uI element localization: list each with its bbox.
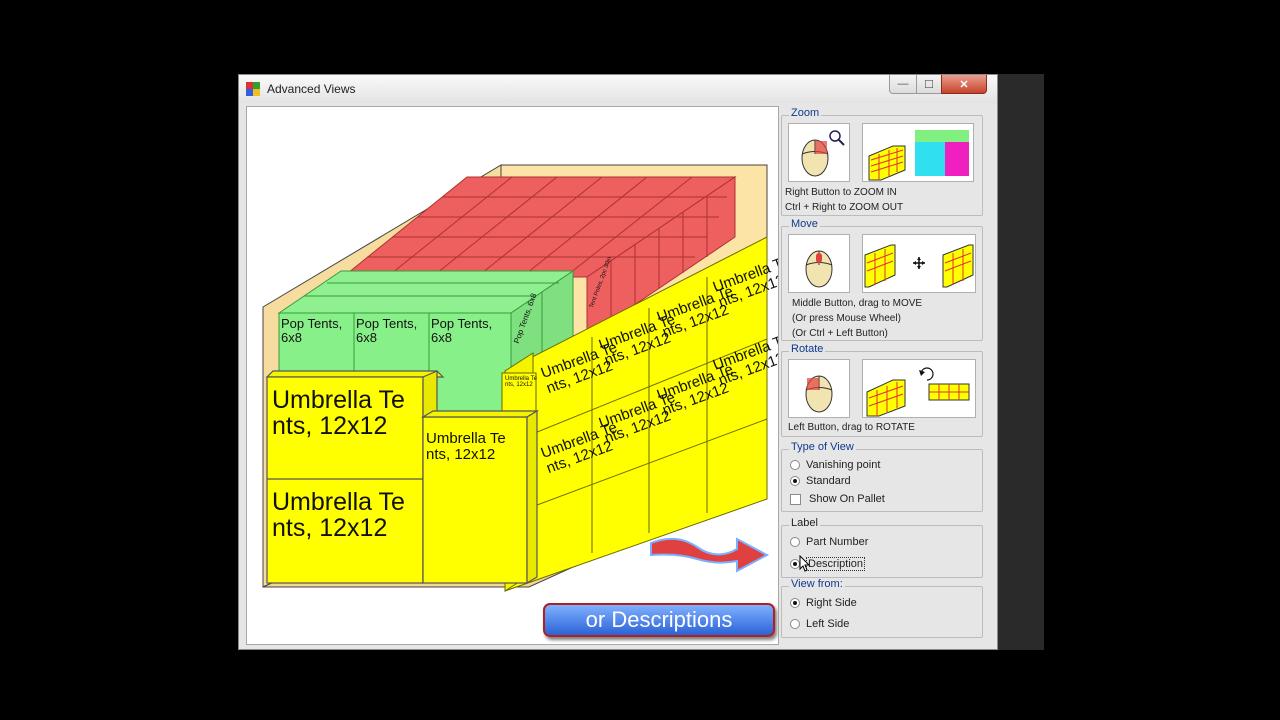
radio-circle[interactable] [790,619,800,629]
close-button[interactable]: ✕ [941,75,987,94]
zoom-group: Zoom Right Button to ZOOM IN Ctrl + Righ… [781,107,983,216]
radio-left-side[interactable]: Left Side [790,618,849,630]
move-help-3: (Or Ctrl + Left Button) [792,328,888,339]
radio-label: Left Side [806,618,850,630]
type-of-view-group: Type of View Vanishing point Standard Sh… [781,441,983,512]
checkbox-box[interactable] [790,493,801,505]
label-pop-tents-3: Pop Tents, 6x8 [431,316,493,345]
checkbox-show-on-pallet[interactable]: Show On Pallet [790,493,885,505]
move-help-2: (Or press Mouse Wheel) [792,313,901,324]
radio-circle-selected[interactable] [790,476,800,486]
radio-label: Standard [806,475,851,487]
zoom-preview-image [862,123,974,182]
control-panel: Zoom Right Button to ZOOM IN Ctrl + Righ… [781,106,987,649]
radio-standard[interactable]: Standard [790,475,851,487]
radio-right-side[interactable]: Right Side [790,597,857,609]
3d-viewport[interactable]: Pop Tents, 6x8 Pop Tents, 6x8 Pop Tents,… [246,106,779,645]
radio-circle[interactable] [790,460,800,470]
zoom-help-1: Right Button to ZOOM IN [785,187,897,198]
title-bar[interactable]: Advanced Views — ☐ ✕ [239,75,997,103]
rotate-mouse-image [788,359,850,418]
move-mouse-image [788,234,850,293]
maximize-button[interactable]: ☐ [916,75,942,94]
zoom-title: Zoom [789,107,822,119]
view-from-group: View from: Right Side Left Side [781,578,983,638]
background-panel [998,74,1044,650]
radio-label-focused: Description [806,557,866,571]
label-group: Label Part Number Description [781,517,983,578]
label-umbrella-tiny: Umbrella Te nts, 12x12 [505,376,537,389]
rotate-title: Rotate [789,343,826,355]
move-group: Move Middle Button, drag to MOVE (Or pre… [781,218,983,341]
radio-description[interactable]: Description [790,555,866,572]
rotate-preview-image [862,359,976,418]
zoom-mouse-image [788,123,850,182]
checkbox-label: Show On Pallet [809,493,885,505]
label-pop-tents-2: Pop Tents, 6x8 [356,316,418,345]
radio-vanishing-point[interactable]: Vanishing point [790,459,880,471]
view-from-title: View from: [789,578,845,590]
radio-circle[interactable] [790,537,800,547]
label-group-title: Label [789,517,820,529]
window-title: Advanced Views [267,82,356,96]
advanced-views-window: Advanced Views — ☐ ✕ Pop Tents, 6x8 Pop … [238,74,998,650]
curly-arrow-icon [650,537,770,573]
move-title: Move [789,218,820,230]
radio-label: Right Side [806,597,857,609]
radio-circle-selected[interactable] [790,598,800,608]
label-pop-tents-1: Pop Tents, 6x8 [281,316,343,345]
descriptions-banner: or Descriptions [543,603,775,637]
radio-label: Part Number [806,536,869,548]
minimize-button[interactable]: — [889,75,917,94]
radio-part-number[interactable]: Part Number [790,536,868,548]
label-umbrella-bottom: Umbrella Te nts, 12x12 [272,488,405,543]
mouse-cursor-icon [799,555,811,572]
move-preview-image [862,234,976,293]
type-of-view-title: Type of View [789,441,856,453]
rotate-help-1: Left Button, drag to ROTATE [788,422,915,433]
label-umbrella-small: Umbrella Te nts, 12x12 [426,430,506,463]
move-help-1: Middle Button, drag to MOVE [792,298,923,309]
radio-label: Vanishing point [806,459,881,471]
app-icon [246,82,260,96]
zoom-help-2: Ctrl + Right to ZOOM OUT [785,202,904,213]
rotate-group: Rotate Left Button, drag to ROTATE [781,343,983,437]
label-umbrella-top: Umbrella Te nts, 12x12 [272,386,405,441]
